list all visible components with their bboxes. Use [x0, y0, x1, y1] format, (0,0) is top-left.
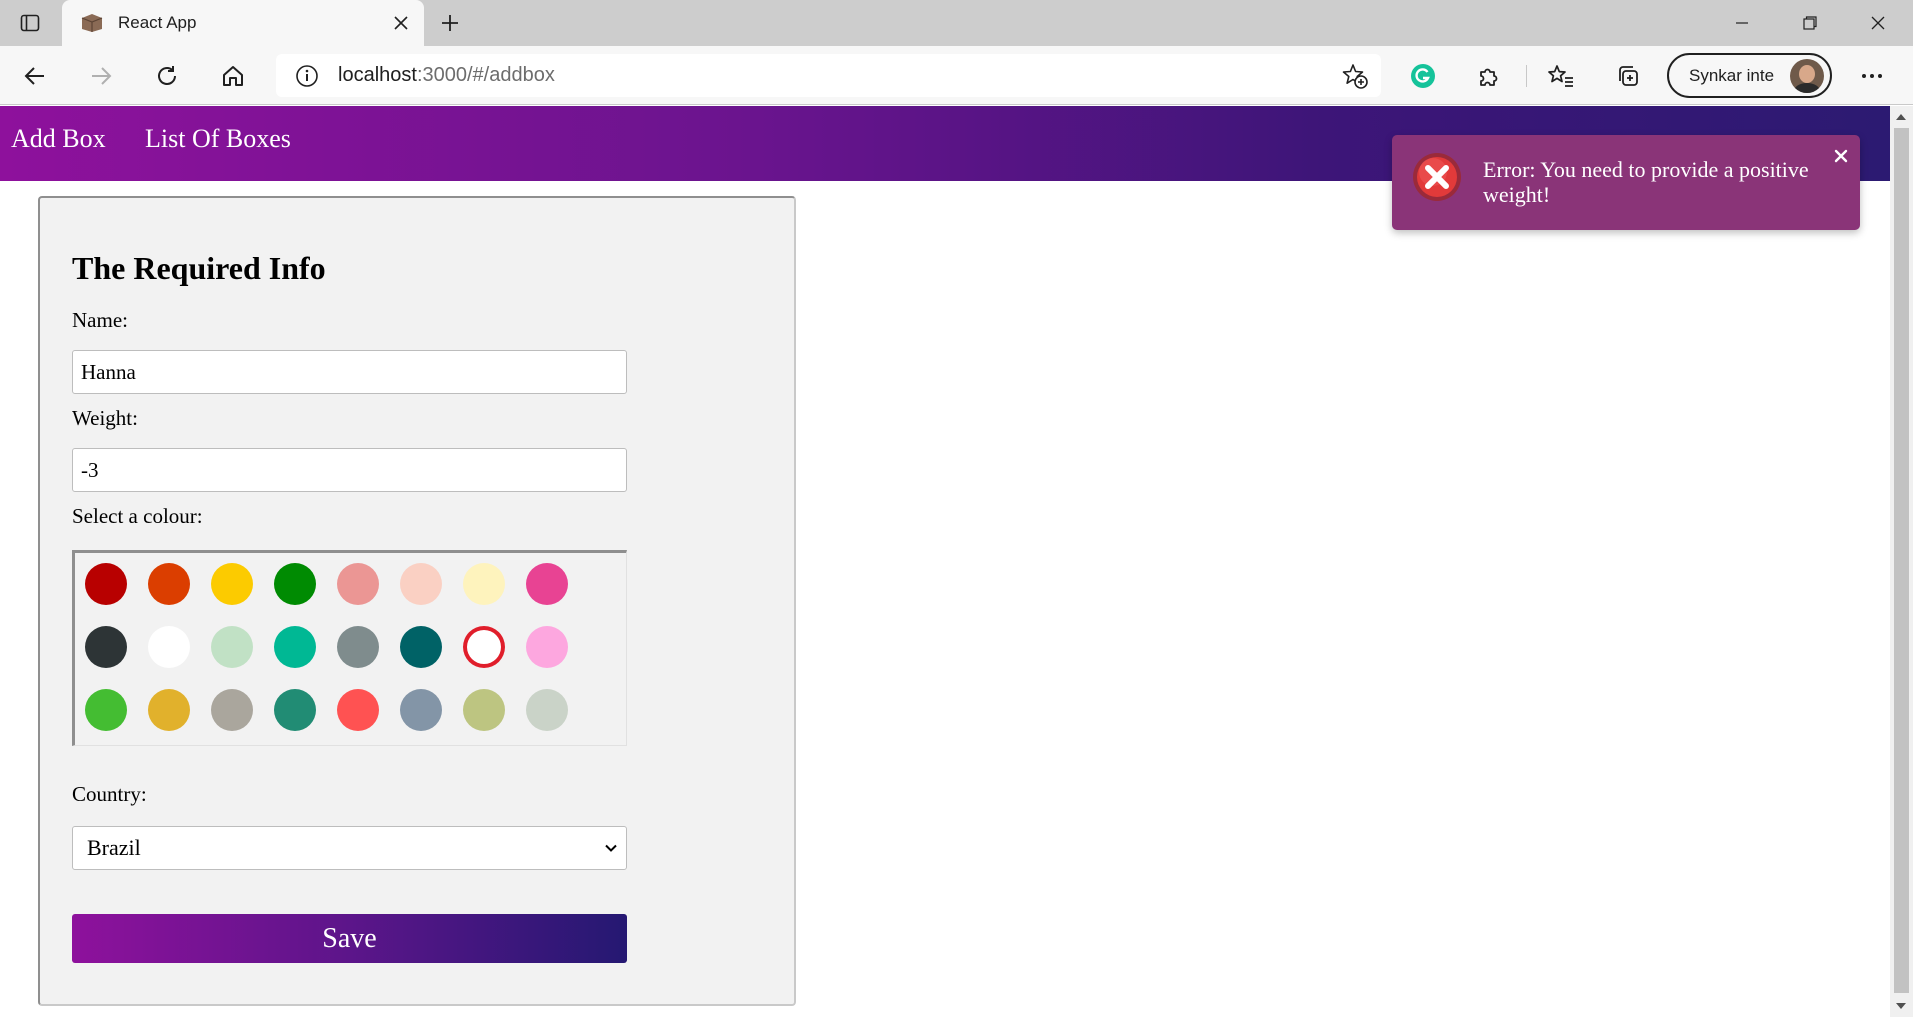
tab-title: React App	[118, 13, 197, 32]
error-toast: Error: You need to provide a positive we…	[1392, 135, 1860, 230]
tab-bar: React App	[0, 0, 1913, 46]
address-bar[interactable]: localhost:3000/#/addbox	[276, 54, 1381, 97]
nav-link-add-box[interactable]: Add Box	[11, 124, 106, 154]
colour-swatch[interactable]	[400, 689, 442, 731]
page-viewport: Add Box List Of Boxes The Required Info …	[0, 106, 1890, 1017]
colour-swatch[interactable]	[337, 689, 379, 731]
chevron-down-icon	[596, 833, 626, 863]
home-icon[interactable]	[213, 56, 253, 96]
colour-swatch[interactable]	[463, 689, 505, 731]
toolbar-separator	[1526, 65, 1527, 87]
colour-swatch[interactable]	[211, 689, 253, 731]
nav-link-list-of-boxes[interactable]: List Of Boxes	[145, 124, 291, 154]
collections-icon[interactable]	[1608, 56, 1648, 96]
colour-swatch[interactable]	[274, 626, 316, 668]
weight-label: Weight:	[72, 406, 138, 430]
error-x-icon	[1412, 152, 1462, 202]
page-scrollbar[interactable]	[1890, 106, 1913, 1017]
grammarly-icon[interactable]	[1403, 56, 1443, 96]
colour-swatch[interactable]	[463, 626, 505, 668]
back-arrow-icon[interactable]	[15, 56, 55, 96]
colour-swatch[interactable]	[85, 626, 127, 668]
profile-label: Synkar inte	[1689, 65, 1775, 85]
close-window-icon[interactable]	[1843, 0, 1913, 46]
colour-picker	[72, 550, 627, 746]
name-label: Name:	[72, 308, 128, 332]
colour-swatch[interactable]	[211, 563, 253, 605]
browser-tab[interactable]: React App	[62, 0, 424, 46]
restore-icon[interactable]	[1775, 0, 1845, 46]
forward-arrow-icon[interactable]	[81, 56, 121, 96]
colour-swatch[interactable]	[337, 626, 379, 668]
url-path: :3000/#/addbox	[416, 64, 555, 86]
favorites-icon[interactable]	[1541, 56, 1581, 96]
close-icon[interactable]	[1830, 145, 1852, 167]
country-label: Country:	[72, 782, 147, 806]
minimize-icon[interactable]	[1707, 0, 1777, 46]
country-selected-value: Brazil	[87, 835, 141, 860]
colour-swatch[interactable]	[274, 563, 316, 605]
more-icon[interactable]	[1852, 56, 1892, 96]
colour-swatch[interactable]	[526, 563, 568, 605]
form-heading: The Required Info	[72, 250, 326, 286]
plus-icon[interactable]	[434, 7, 466, 39]
colour-swatch[interactable]	[85, 689, 127, 731]
colour-swatch[interactable]	[148, 626, 190, 668]
name-input[interactable]	[72, 350, 627, 394]
save-button[interactable]: Save	[72, 914, 627, 963]
toast-message: Error: You need to provide a positive we…	[1483, 157, 1809, 207]
colour-swatch[interactable]	[85, 563, 127, 605]
add-box-form: The Required Info Name: Weight: Select a…	[38, 196, 796, 1006]
tab-actions-icon[interactable]	[10, 8, 50, 38]
url-host: localhost	[338, 64, 417, 86]
star-plus-icon[interactable]	[1337, 58, 1373, 94]
close-icon[interactable]	[384, 6, 418, 40]
avatar	[1790, 58, 1824, 93]
colour-swatch[interactable]	[148, 563, 190, 605]
colour-swatch[interactable]	[526, 689, 568, 731]
colour-swatch[interactable]	[400, 626, 442, 668]
scrollbar-thumb[interactable]	[1894, 128, 1909, 993]
colour-label: Select a colour:	[72, 504, 203, 528]
colour-swatch[interactable]	[463, 563, 505, 605]
country-select[interactable]: Brazil	[72, 826, 627, 870]
colour-swatch[interactable]	[148, 689, 190, 731]
scroll-down-icon[interactable]	[1896, 1003, 1906, 1009]
puzzle-icon[interactable]	[1469, 56, 1509, 96]
colour-swatch[interactable]	[337, 563, 379, 605]
colour-swatch[interactable]	[400, 563, 442, 605]
box-favicon-icon	[80, 13, 104, 33]
profile-button[interactable]: Synkar inte	[1667, 53, 1832, 98]
colour-swatch[interactable]	[211, 626, 253, 668]
weight-input[interactable]	[72, 448, 627, 492]
colour-swatch[interactable]	[526, 626, 568, 668]
scroll-up-icon[interactable]	[1896, 114, 1906, 120]
info-icon[interactable]	[294, 63, 320, 89]
refresh-icon[interactable]	[147, 56, 187, 96]
url-text[interactable]: localhost:3000/#/addbox	[338, 64, 1337, 87]
address-bar-row: localhost:3000/#/addbox Synkar inte	[0, 46, 1913, 105]
colour-swatch[interactable]	[274, 689, 316, 731]
